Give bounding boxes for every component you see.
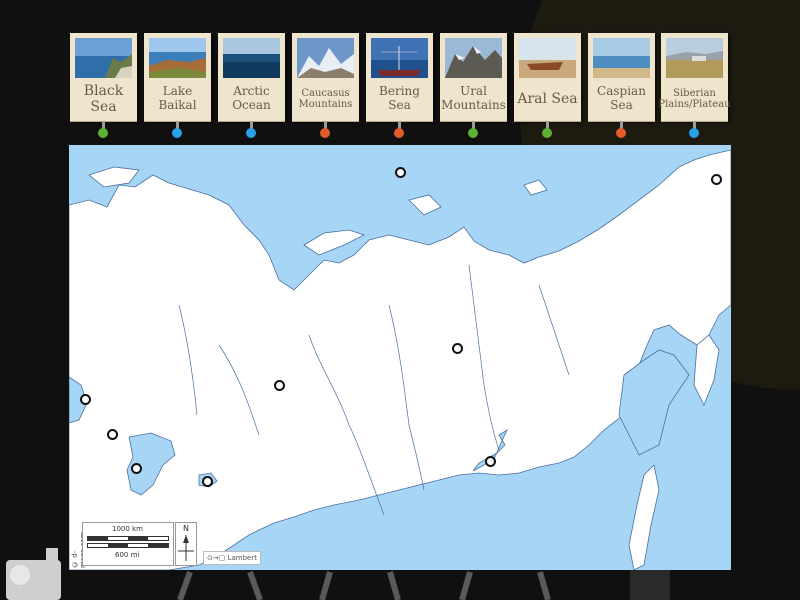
card-label: Aral Sea — [517, 90, 578, 107]
card-label: Arctic Ocean — [232, 84, 271, 112]
card-label: Bering Sea — [379, 84, 420, 112]
card-caucasus-mountains[interactable]: Caucasus Mountains — [292, 33, 359, 121]
card-aral-sea[interactable]: Aral Sea — [514, 33, 581, 121]
card-label: Black Sea — [83, 82, 124, 115]
card-ural-mountains[interactable]: Ural Mountains — [440, 33, 507, 121]
coast-photo — [75, 38, 132, 78]
scale-km-label: 1000 km — [112, 525, 143, 533]
card-siberian-plains-plateau[interactable]: Siberian Plains/Plateau — [658, 33, 731, 121]
card-bering-sea[interactable]: Bering Sea — [366, 33, 433, 121]
card-anchor-dot[interactable] — [542, 128, 552, 138]
rocky-mountains-photo — [445, 38, 502, 78]
card-anchor-dot[interactable] — [394, 128, 404, 138]
map-russia[interactable]: © d-maps.com 1000 km 600 mi N ⊙→▢ Lamber… — [69, 145, 731, 570]
card-label: Ural Mountains — [441, 84, 506, 112]
scale-bar: 1000 km 600 mi — [82, 522, 174, 566]
card-black-sea[interactable]: Black Sea — [70, 33, 137, 121]
map-pin[interactable] — [131, 463, 142, 474]
projection-box: ⊙→▢ Lambert — [203, 551, 261, 565]
map-pin[interactable] — [485, 456, 496, 467]
scale-mi-bar — [87, 543, 169, 548]
card-anchor-dot[interactable] — [320, 128, 330, 138]
map-pin[interactable] — [80, 394, 91, 405]
map-drawing — [69, 145, 731, 570]
shipwreck-photo — [519, 38, 576, 78]
card-anchor-dot[interactable] — [98, 128, 108, 138]
map-pin[interactable] — [107, 429, 118, 440]
north-arrow: N — [175, 522, 197, 566]
snow-mountains-photo — [297, 38, 354, 78]
card-anchor-dot[interactable] — [246, 128, 256, 138]
card-arctic-ocean[interactable]: Arctic Ocean — [218, 33, 285, 121]
map-pin[interactable] — [274, 380, 285, 391]
ship-sea-photo — [371, 38, 428, 78]
north-label: N — [183, 524, 189, 533]
card-anchor-dot[interactable] — [689, 128, 699, 138]
shore-photo — [593, 38, 650, 78]
card-label: Caspian Sea — [597, 84, 646, 112]
projection-icon: ⊙→▢ — [207, 554, 226, 562]
card-caspian-sea[interactable]: Caspian Sea — [588, 33, 655, 121]
projection-label: Lambert — [227, 554, 257, 562]
card-label: Siberian Plains/Plateau — [658, 87, 731, 111]
plain-photo — [666, 38, 723, 78]
card-anchor-dot[interactable] — [616, 128, 626, 138]
map-pin[interactable] — [202, 476, 213, 487]
card-label: Caucasus Mountains — [298, 87, 353, 111]
scale-mi-label: 600 mi — [115, 551, 140, 559]
lake-photo — [149, 38, 206, 78]
map-credit: © d-maps.com — [71, 532, 87, 568]
card-lake-baikal[interactable]: Lake Baikal — [144, 33, 211, 121]
map-pin[interactable] — [452, 343, 463, 354]
map-pin[interactable] — [711, 174, 722, 185]
card-anchor-dot[interactable] — [468, 128, 478, 138]
compass-icon — [178, 535, 194, 561]
card-anchor-dot[interactable] — [172, 128, 182, 138]
ocean-photo — [223, 38, 280, 78]
map-pin[interactable] — [395, 167, 406, 178]
scale-km-bar — [87, 536, 169, 541]
card-label: Lake Baikal — [158, 84, 197, 112]
